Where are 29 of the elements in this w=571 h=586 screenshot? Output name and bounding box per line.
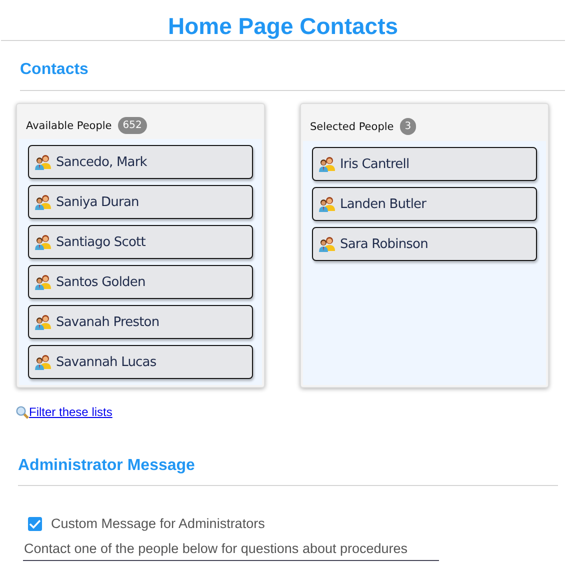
count-badge: 3 [400,118,416,135]
section-heading: Administrator Message [18,457,195,475]
people-icon [34,274,52,290]
people-icon [318,236,336,252]
people-icon [34,314,52,330]
person-item[interactable]: Saniya Duran [28,185,253,219]
people-icon [318,196,336,212]
people-icon [34,234,52,250]
checkbox[interactable] [28,516,42,530]
panel-title: Available People [26,120,112,132]
person-item[interactable]: Santos Golden [28,265,253,299]
people-icon [34,194,52,210]
person-item[interactable]: Santiago Scott [28,225,253,259]
search-icon [16,406,29,418]
section-heading: Contacts [20,61,88,79]
person-item[interactable]: Savannah Lucas [28,345,253,379]
people-icon [318,156,336,172]
person-item[interactable]: Savanah Preston [28,305,253,339]
people-icon [34,154,52,170]
person-item[interactable]: Sara Robinson [312,227,537,261]
person-item[interactable]: Sancedo, Mark [28,145,253,179]
count-badge: 652 [118,117,147,134]
person-item[interactable]: Landen Butler [312,187,537,221]
person-item[interactable]: Iris Cantrell [312,147,537,181]
filter-link[interactable]: Filter these lists [29,405,112,419]
panel-title: Selected People [310,120,394,132]
checkbox-label: Custom Message for Administrators [51,516,265,531]
page-title: Home Page Contacts [166,12,400,40]
people-icon [34,354,52,370]
